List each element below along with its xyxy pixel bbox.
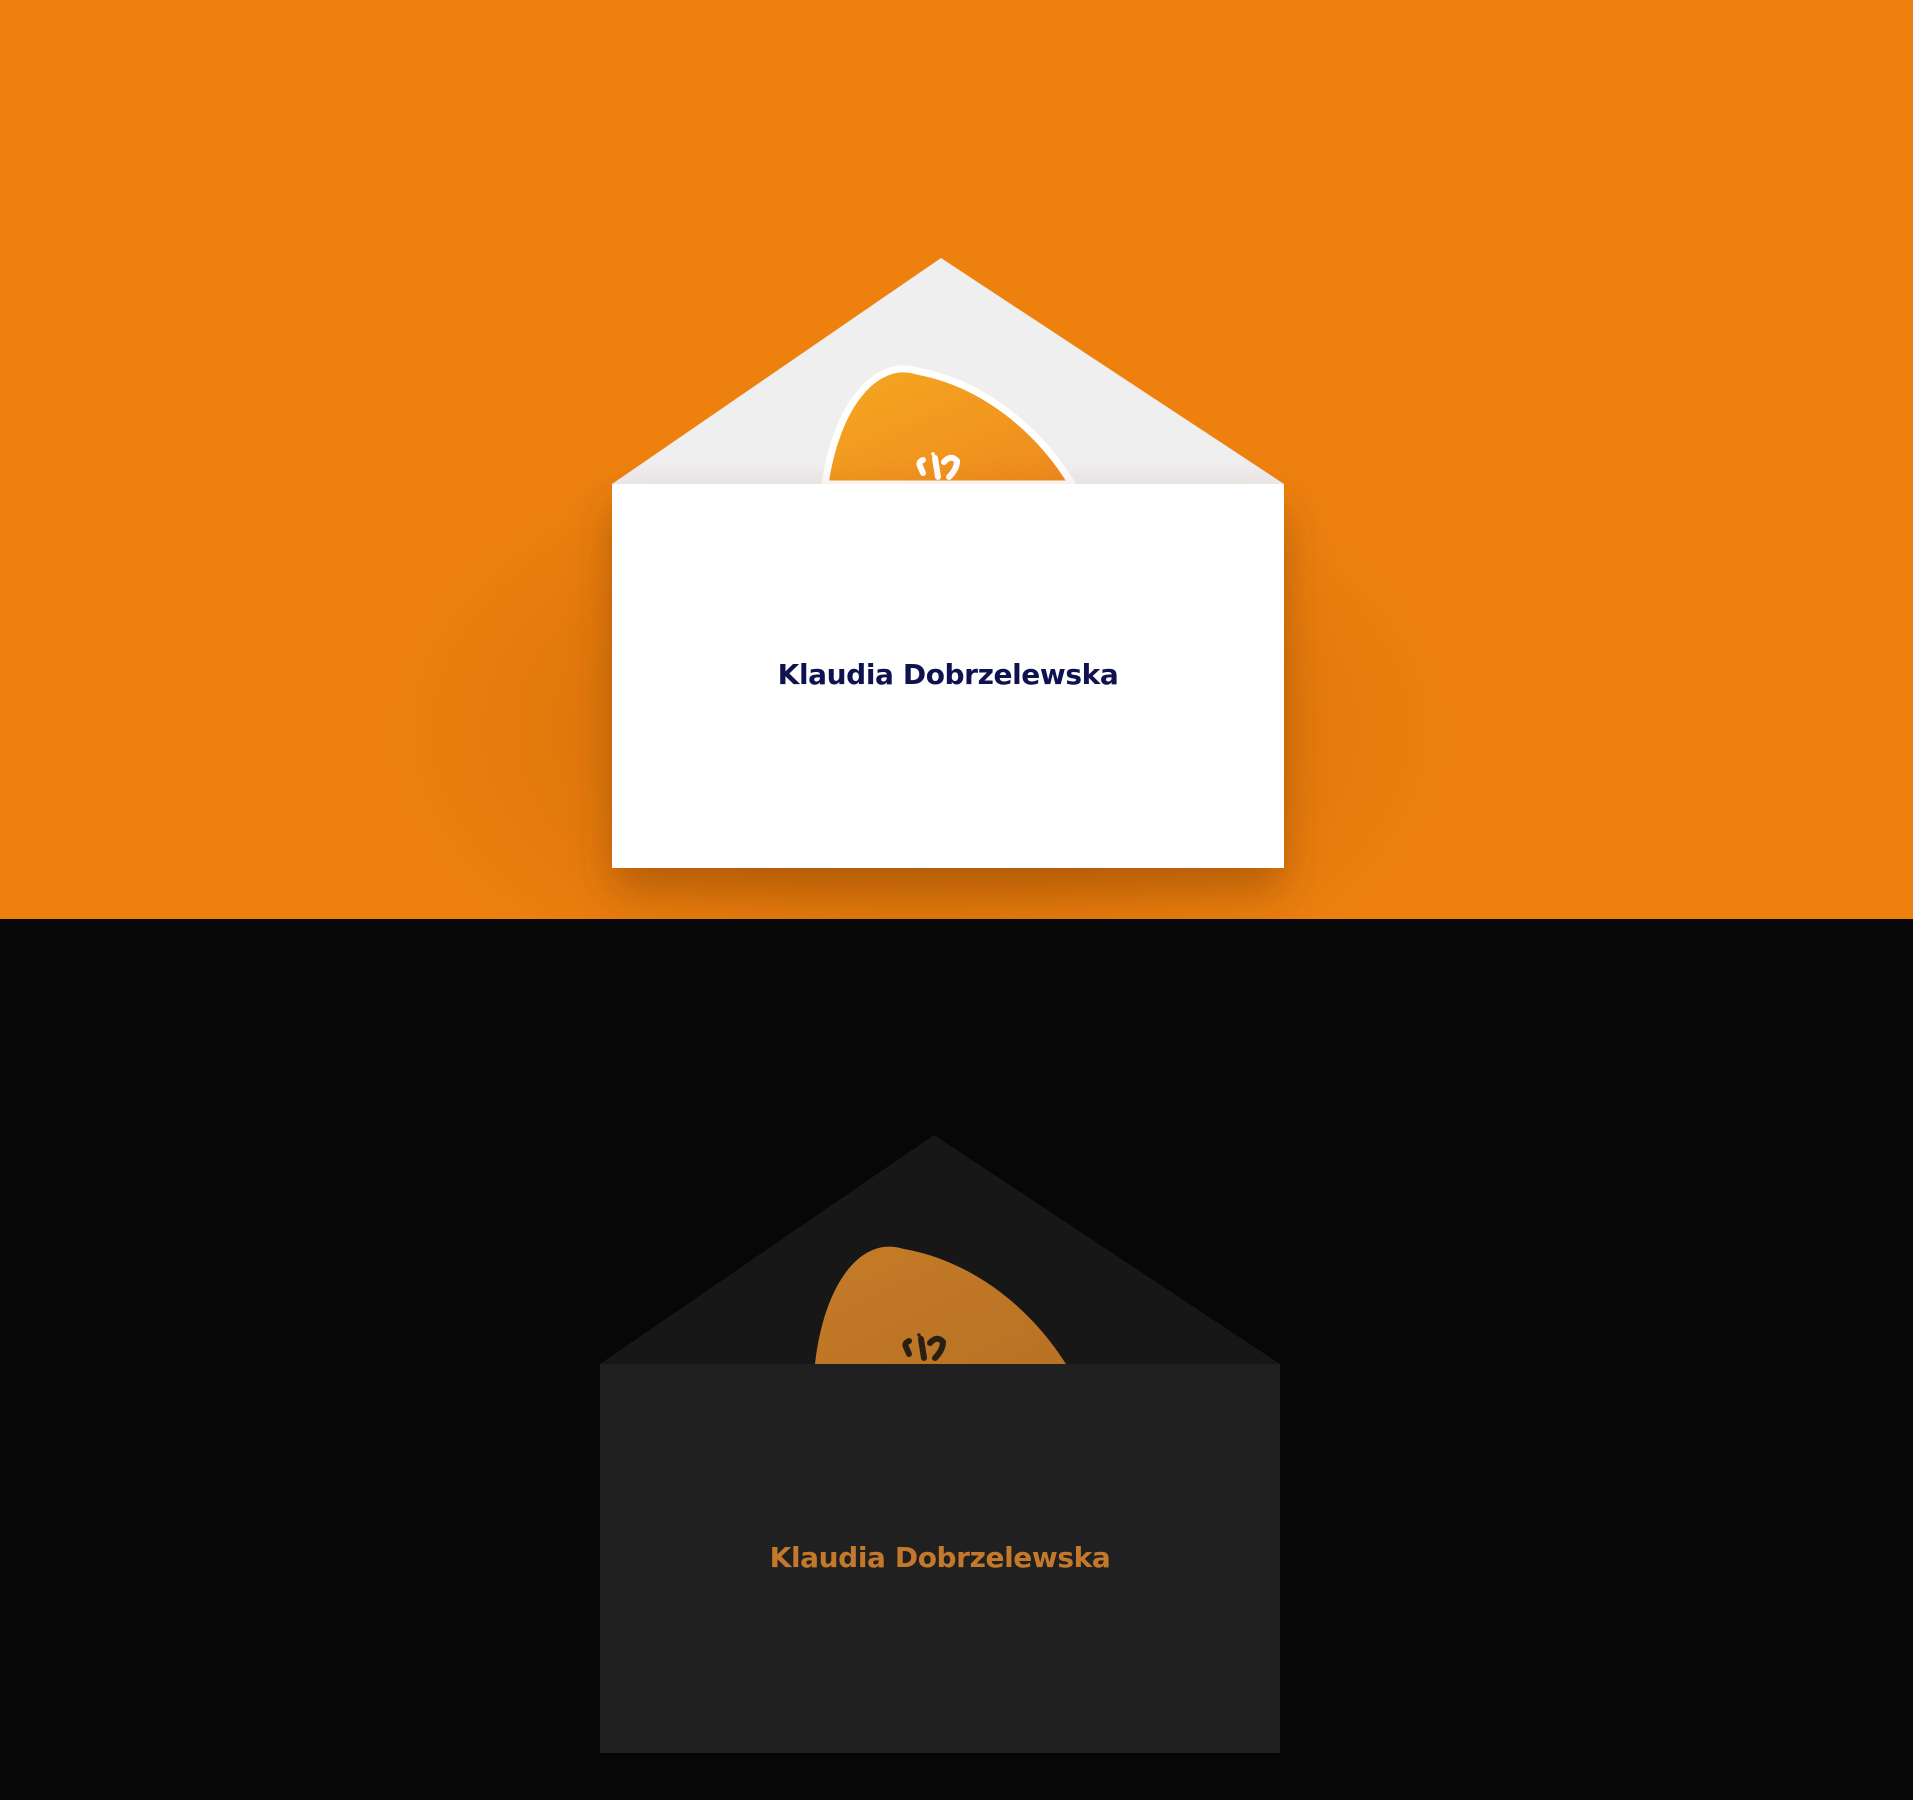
envelope-name-label: Klaudia Dobrzelewska [769,1541,1111,1574]
dark-panel: Klaudia Dobrzelewska [0,919,1913,1800]
dark-envelope [600,1135,1280,1753]
light-envelope [612,258,1284,868]
light-panel: Klaudia Dobrzelewska [0,0,1913,919]
envelope-name-label: Klaudia Dobrzelewska [777,658,1119,691]
